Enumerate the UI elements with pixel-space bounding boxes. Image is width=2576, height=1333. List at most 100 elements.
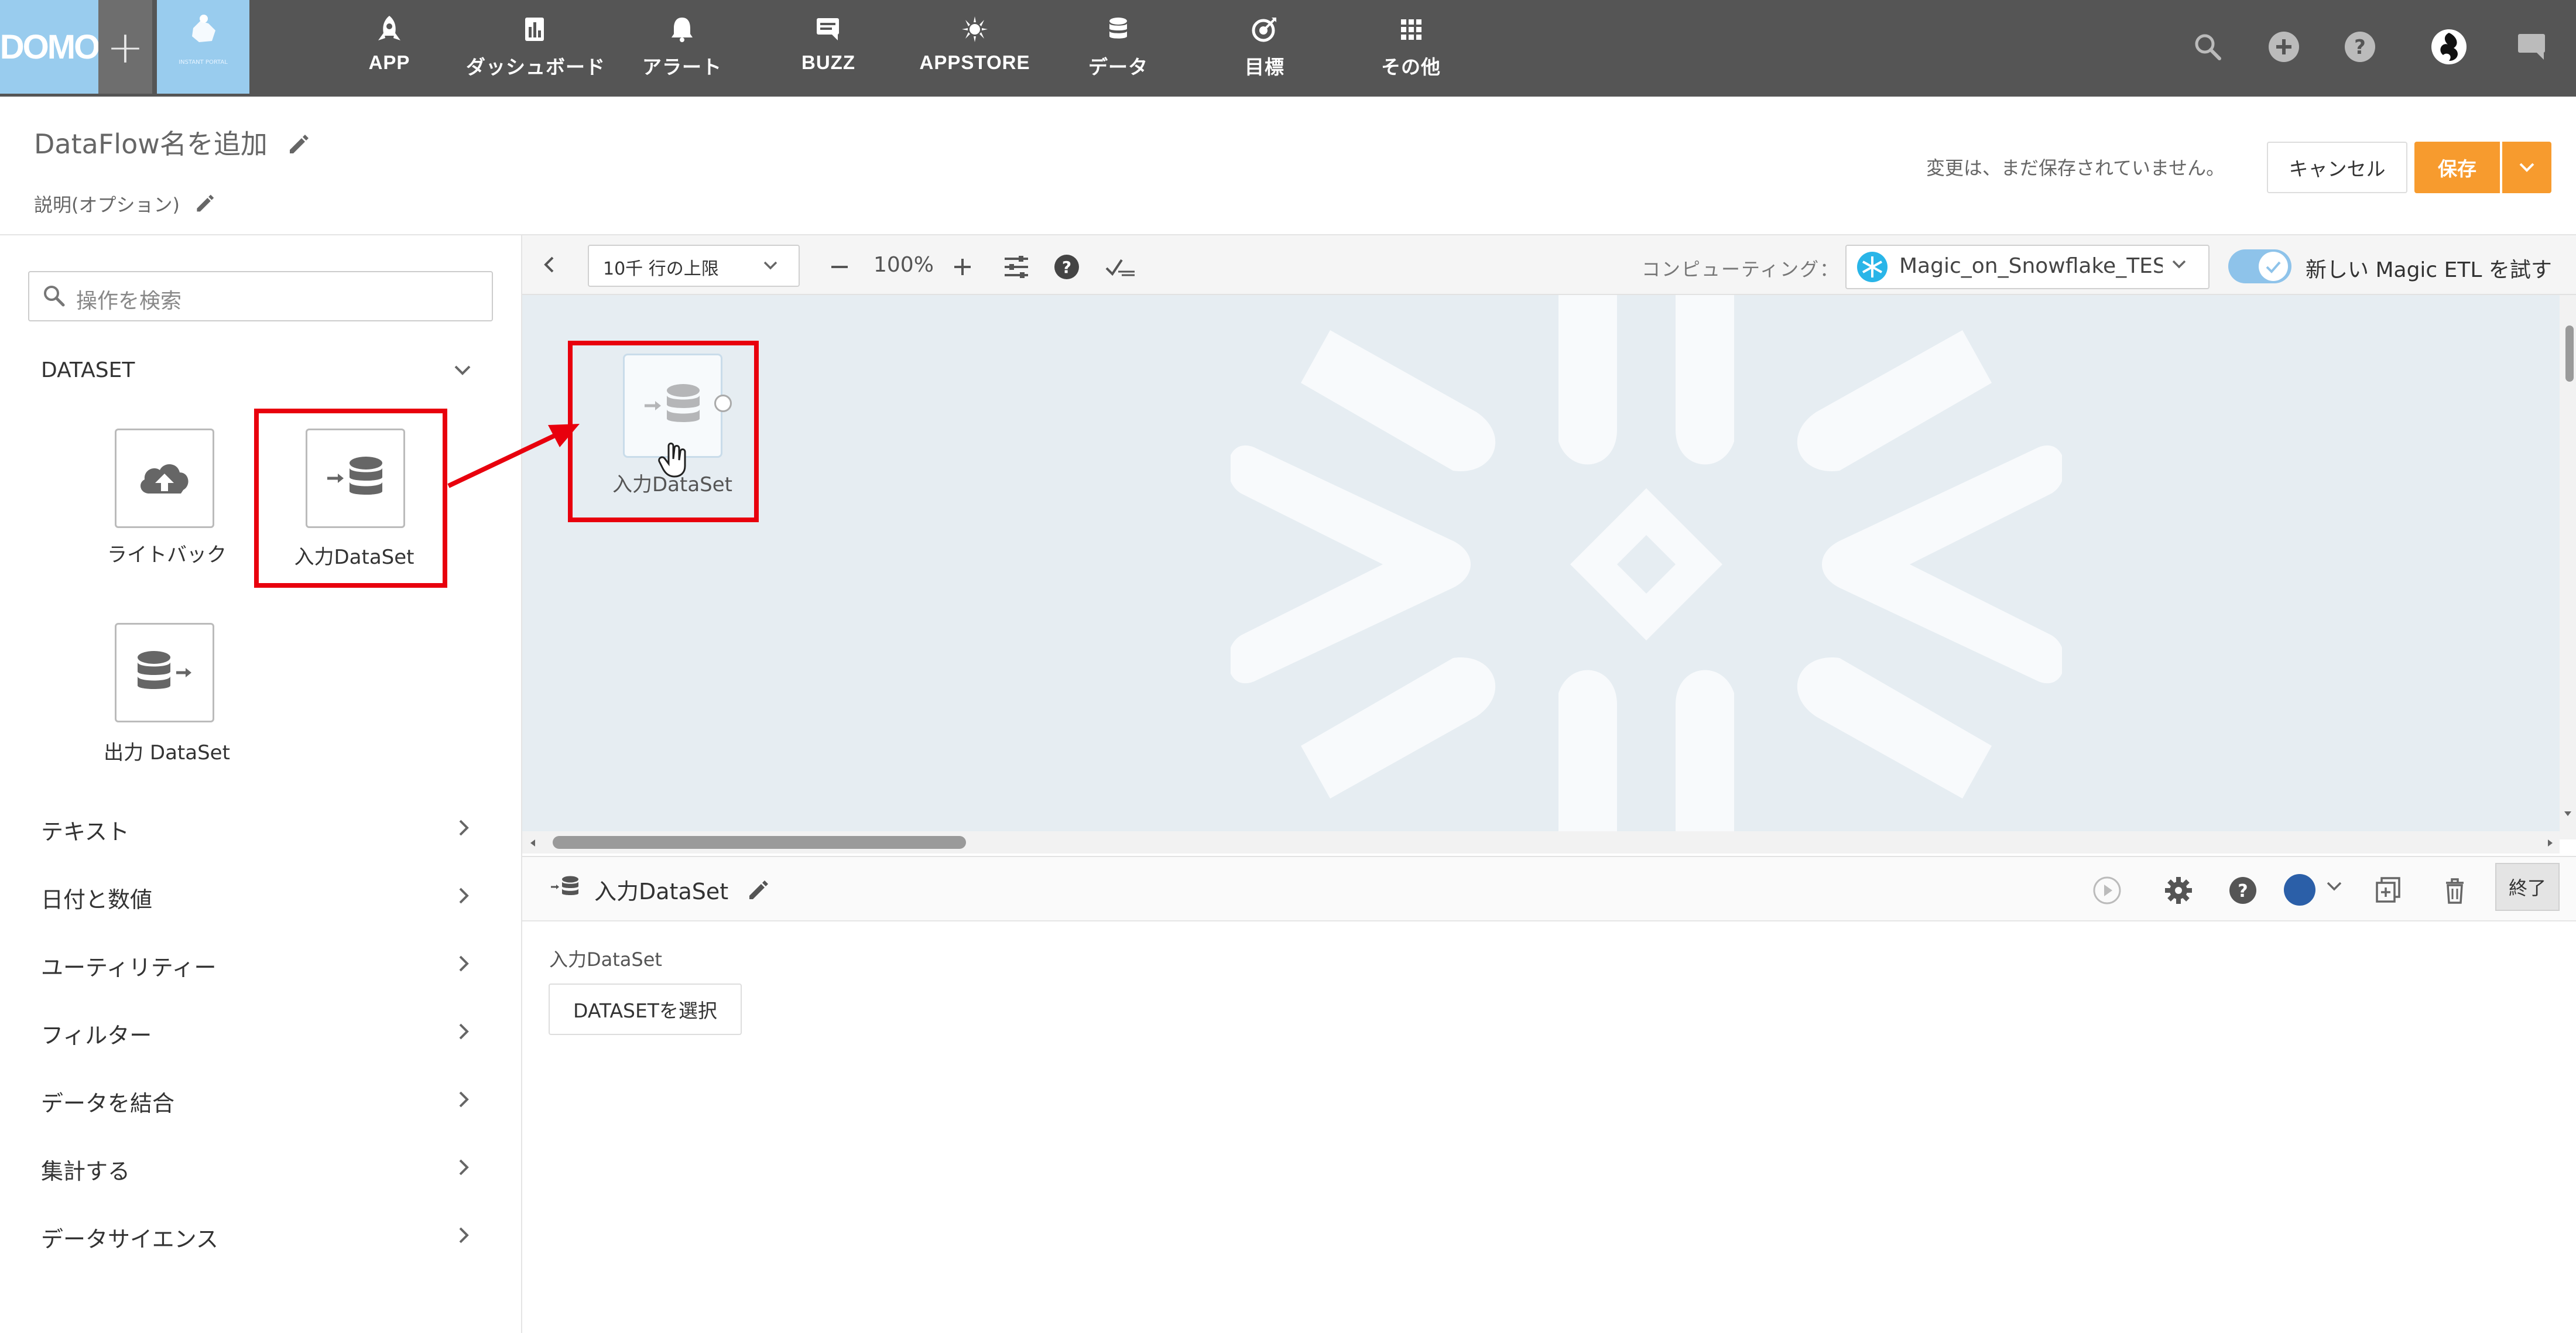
nav-buzz[interactable]: BUZZ [790,12,866,82]
output-dataset-tile[interactable] [115,623,214,722]
grid-icon [1401,19,1421,40]
category-aggregate[interactable]: 集計する [41,1153,130,1185]
writeback-tile[interactable] [115,429,214,528]
bell-icon [672,18,693,42]
chat-icon [817,18,839,40]
horizontal-scroll-thumb[interactable] [553,836,966,849]
trash-icon[interactable] [2439,875,2471,906]
search-placeholder: 操作を検索 [76,289,182,313]
save-dropdown-button[interactable] [2502,142,2551,193]
scroll-right-arrow-icon[interactable] [2544,837,2556,849]
annotation-arrow [447,424,580,488]
search-icon [44,286,65,307]
dataflow-title-text: DataFlow名を追加 [34,128,268,160]
zoom-out-icon[interactable] [828,255,851,279]
chevron-right-icon[interactable] [452,952,475,975]
user-avatar[interactable] [2428,26,2469,67]
scroll-left-arrow-icon[interactable] [527,837,539,849]
duplicate-icon[interactable] [2372,875,2404,906]
save-button[interactable]: 保存 [2414,142,2500,193]
chevron-down-icon[interactable] [2324,878,2344,896]
tile-details-title[interactable]: 入力DataSet [594,873,769,906]
preview-play-icon[interactable] [2091,875,2123,906]
cloud-upload-icon [141,464,189,494]
add-portal-button[interactable]: + [98,0,152,94]
help-circle-icon[interactable]: ? [2339,26,2380,67]
dataflow-description[interactable]: 説明(オプション) [34,190,215,217]
nav-more[interactable]: その他 [1370,12,1452,82]
scroll-down-arrow-icon[interactable] [2562,808,2574,820]
dashboard-icon [525,18,544,41]
nav-data[interactable]: データ [1077,12,1159,82]
notifications-chat-icon[interactable] [2512,26,2553,67]
writeback-label: ライトバック [107,543,227,567]
edit-description-pencil-icon[interactable] [194,193,215,214]
nav-buzz-label: BUZZ [801,52,855,73]
edit-title-pencil-icon[interactable] [286,132,310,156]
portal-hand-icon [192,15,215,42]
nav-data-label: データ [1088,56,1148,78]
category-join-data[interactable]: データを結合 [41,1085,174,1118]
nav-app-label: APP [368,52,410,73]
global-search-icon[interactable] [2187,26,2228,67]
chevron-right-icon[interactable] [452,1088,475,1111]
dataflow-canvas[interactable] [522,295,2560,831]
chevron-down-icon [2519,163,2534,172]
zoom-level: 100% [873,253,934,277]
gear-icon[interactable] [2163,875,2194,906]
category-utility[interactable]: ユーティリティー [41,950,216,982]
chevron-right-icon[interactable] [452,1224,475,1247]
edit-tile-name-pencil-icon[interactable] [746,878,769,902]
chevron-right-icon[interactable] [452,816,475,839]
help-icon[interactable]: ? [2227,875,2259,906]
nav-goals[interactable]: 目標 [1229,12,1300,82]
instant-portal-tile[interactable]: INSTANT PORTAL [157,0,249,94]
database-icon [1109,18,1127,39]
vertical-scroll-thumb[interactable] [2565,325,2574,382]
unsaved-changes-message: 変更は、まだ保存されていません。 [1926,157,2225,179]
layout-settings-icon[interactable] [1002,254,1030,280]
nav-goals-label: 目標 [1245,56,1284,78]
select-dataset-button[interactable]: DATASETを選択 [549,984,742,1035]
tile-details-header [522,856,2576,921]
nav-appstore[interactable]: APPSTORE [916,12,1033,82]
svg-text:?: ? [2238,881,2248,902]
domo-logo[interactable]: DOMO [0,0,100,94]
category-data-science[interactable]: データサイエンス [41,1221,218,1253]
dataflow-description-text: 説明(オプション) [34,194,180,216]
tile-color-swatch[interactable] [2281,871,2318,909]
chevron-right-icon[interactable] [452,1020,475,1043]
new-magic-etl-label: 新しい Magic ETL を試す [2306,258,2552,282]
cancel-button[interactable]: キャンセル [2267,142,2407,193]
highlight-canvas-node [568,341,759,522]
chevron-right-icon[interactable] [452,1156,475,1179]
category-date-number[interactable]: 日付と数値 [41,882,152,914]
tile-details-title-text: 入力DataSet [594,879,729,904]
chevron-down-icon [2172,260,2186,269]
snowflake-icon [1857,252,1888,282]
category-text[interactable]: テキスト [41,814,129,846]
nav-app[interactable]: APP [351,12,427,82]
nav-alerts[interactable]: アラート [638,12,726,82]
validate-check-icon[interactable] [1104,254,1137,280]
svg-text:?: ? [1062,258,1071,277]
output-dataset-icon [138,651,191,689]
chevron-right-icon[interactable] [452,884,475,907]
collapse-sidebar-chevron-icon[interactable] [537,253,561,276]
check-icon [2266,261,2281,273]
portal-label: INSTANT PORTAL [179,59,228,66]
add-circle-icon[interactable] [2263,26,2304,67]
dataset-section-title[interactable]: DATASET [41,358,135,382]
nav-alerts-label: アラート [642,56,722,78]
dataflow-title[interactable]: DataFlow名を追加 [34,123,310,162]
nav-appstore-label: APPSTORE [919,52,1030,73]
category-filter[interactable]: フィルター [41,1017,152,1050]
help-icon[interactable]: ? [1053,253,1081,281]
compute-value: Magic_on_Snowflake_TES [1899,254,2163,278]
done-button[interactable]: 終了 [2495,863,2560,911]
nav-dashboard[interactable]: ダッシュボード [463,12,609,82]
highlight-input-dataset-tile [254,409,447,588]
zoom-in-icon[interactable] [951,255,974,279]
chevron-down-icon[interactable] [451,358,474,382]
input-dataset-icon [551,876,578,895]
